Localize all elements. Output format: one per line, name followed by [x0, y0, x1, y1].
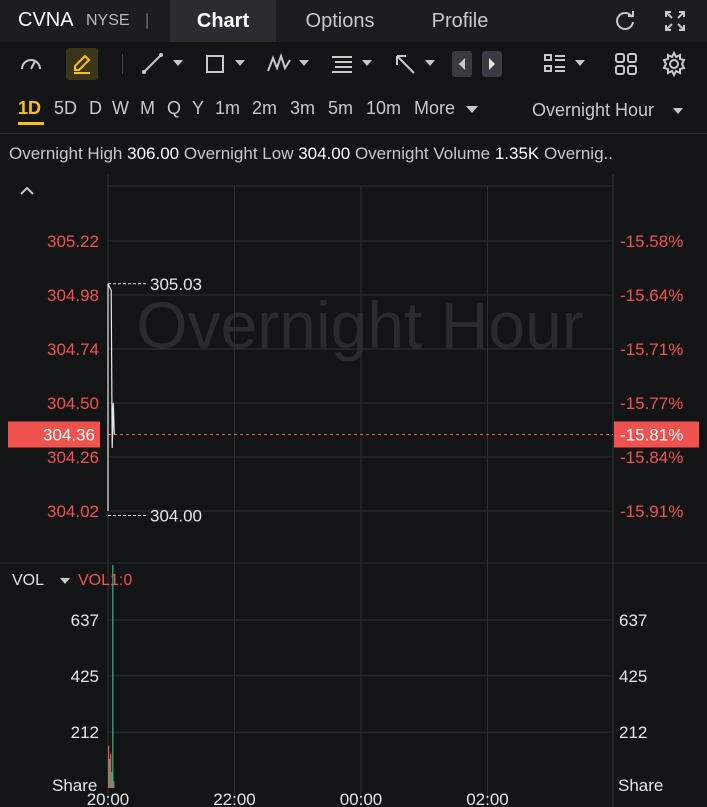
- volume-bar: [108, 745, 110, 788]
- stat-value: 306.00: [127, 144, 180, 163]
- time-tick-label: 00:00: [340, 790, 383, 807]
- volume-tick-label-right: 637: [619, 611, 647, 630]
- volume-unit-label-right: Share: [618, 776, 663, 795]
- period-5m[interactable]: 5m: [328, 98, 353, 119]
- change-tick-label: -15.58%: [620, 232, 683, 251]
- period-5d[interactable]: 5D: [54, 98, 77, 119]
- overnight-stats: Overnight High 306.00 Overnight Low 304.…: [9, 144, 699, 164]
- change-tick-label: -15.91%: [620, 502, 683, 521]
- volume-caret[interactable]: [60, 578, 70, 584]
- volume-tick-label: 212: [71, 723, 99, 742]
- price-tick-label: 304.74: [47, 340, 99, 359]
- indicator-list-caret[interactable]: [575, 60, 585, 66]
- period-1d[interactable]: 1D: [18, 98, 41, 119]
- volume-tick-label-right: 425: [619, 667, 647, 686]
- drawing-toolbar: [0, 42, 707, 86]
- header-bar: CVNA NYSE | Chart Options Profile: [0, 0, 707, 42]
- prev-icon: [459, 58, 465, 70]
- volume-tick-label: 637: [71, 611, 99, 630]
- period-more[interactable]: More: [414, 98, 455, 119]
- rectangle-tool-icon[interactable]: [202, 51, 228, 77]
- time-tick-label: 02:00: [466, 790, 509, 807]
- period-1m[interactable]: 1m: [215, 98, 240, 119]
- period-d[interactable]: D: [89, 98, 102, 119]
- pencil-tool-button[interactable]: [66, 48, 98, 80]
- price-tick-label: 304.98: [47, 286, 99, 305]
- header-separator: |: [145, 12, 150, 29]
- next-icon: [489, 58, 495, 70]
- arrow-tool-caret[interactable]: [425, 60, 435, 66]
- period-y[interactable]: Y: [192, 98, 204, 119]
- pattern-tool-icon[interactable]: [266, 51, 292, 77]
- change-tick-label: -15.84%: [620, 448, 683, 467]
- speedometer-icon[interactable]: [18, 51, 44, 77]
- low-marker-label: 304.00: [150, 507, 202, 526]
- divider: [0, 133, 707, 134]
- prev-button[interactable]: [452, 51, 472, 77]
- time-tick-label: 20:00: [87, 790, 130, 807]
- indicator-list-icon[interactable]: [542, 51, 568, 77]
- chart-watermark: Overnight Hour: [136, 288, 584, 362]
- collapse-chevron-icon: [20, 186, 34, 195]
- change-tick-label: -15.71%: [620, 340, 683, 359]
- grid-layout-icon[interactable]: [613, 51, 639, 77]
- pattern-tool-caret[interactable]: [299, 60, 309, 66]
- line-tool-caret[interactable]: [173, 60, 183, 66]
- period-m[interactable]: M: [140, 98, 155, 119]
- price-tick-label: 304.26: [47, 448, 99, 467]
- price-chart[interactable]: Overnight Hour 305.22 304.98 304.74 304.50 30…: [0, 168, 707, 807]
- settings-icon[interactable]: [661, 51, 687, 77]
- stat-label: Overnight Volume: [354, 144, 491, 163]
- stat-value: 304.00: [298, 144, 351, 163]
- current-price-label: 304.36: [43, 426, 95, 445]
- time-tick-label: 22:00: [213, 790, 256, 807]
- refresh-icon[interactable]: [612, 8, 638, 34]
- current-change-label: -15.81%: [620, 426, 683, 445]
- fullscreen-icon[interactable]: [662, 8, 688, 34]
- arrow-tool-icon[interactable]: [392, 51, 418, 77]
- stat-value: 1.35K: [494, 144, 540, 163]
- rectangle-tool-caret[interactable]: [235, 60, 245, 66]
- volume-tick-label-right: 212: [619, 723, 647, 742]
- session-caret[interactable]: [673, 108, 683, 114]
- volume-title[interactable]: VOL: [12, 572, 44, 590]
- text-tool-caret[interactable]: [362, 60, 372, 66]
- price-tick-label: 304.50: [47, 394, 99, 413]
- change-tick-label: -15.77%: [620, 394, 683, 413]
- volume-bar: [111, 772, 113, 788]
- price-tick-label: 304.02: [47, 502, 99, 521]
- price-line: [107, 283, 115, 511]
- stat-label: Overnight High: [9, 144, 123, 163]
- tab-chart[interactable]: Chart: [170, 0, 276, 42]
- period-3m[interactable]: 3m: [290, 98, 315, 119]
- tab-options[interactable]: Options: [286, 0, 394, 42]
- active-period-underline: [18, 122, 44, 125]
- line-tool-icon[interactable]: [140, 51, 166, 77]
- period-q[interactable]: Q: [167, 98, 181, 119]
- high-marker-label: 305.03: [150, 275, 202, 294]
- period-2m[interactable]: 2m: [252, 98, 277, 119]
- volume-tick-label: 425: [71, 667, 99, 686]
- more-caret[interactable]: [466, 106, 478, 113]
- tab-profile[interactable]: Profile: [410, 0, 510, 42]
- ticker-symbol[interactable]: CVNA: [18, 9, 74, 32]
- stat-label: Overnight Low: [183, 144, 294, 163]
- volume-indicator: VOL1:0: [78, 572, 133, 589]
- price-tick-label: 305.22: [47, 232, 99, 251]
- session-selector[interactable]: Overnight Hour: [532, 100, 654, 121]
- toolbar-divider: [122, 54, 123, 74]
- pencil-icon: [74, 54, 91, 74]
- volume-bar: [113, 781, 115, 788]
- exchange-label: NYSE: [86, 12, 130, 29]
- stat-label: Overnig..: [544, 144, 613, 163]
- text-tool-icon[interactable]: [329, 51, 355, 77]
- change-tick-label: -15.64%: [620, 286, 683, 305]
- next-button[interactable]: [482, 51, 502, 77]
- volume-bar: [112, 565, 114, 788]
- volume-bar: [110, 753, 112, 788]
- period-w[interactable]: W: [112, 98, 129, 119]
- period-10m[interactable]: 10m: [366, 98, 401, 119]
- volume-bar: [109, 758, 111, 788]
